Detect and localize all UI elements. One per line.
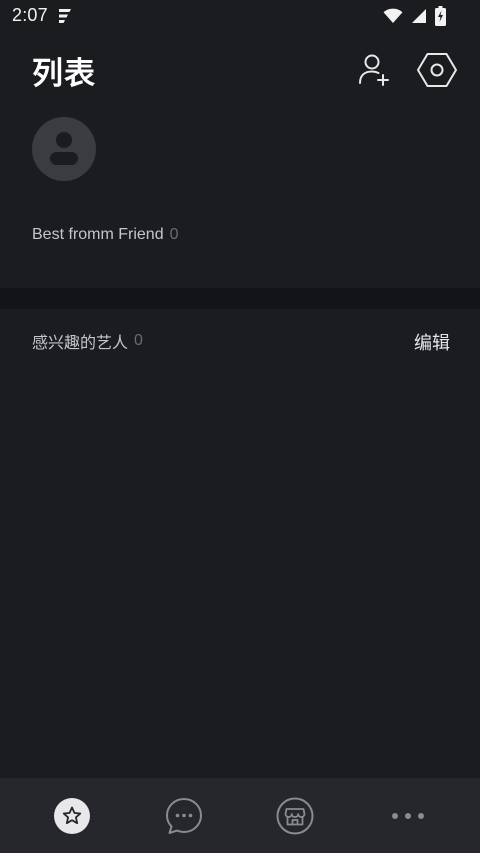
add-friend-icon xyxy=(359,54,389,86)
list-screen: 2:07 列表 Best fromm Friend 0 感兴趣的艺人 0 编辑 xyxy=(0,0,480,853)
nav-tab-shop[interactable] xyxy=(275,796,315,836)
wifi-icon xyxy=(383,8,403,23)
artists-section-header: 感兴趣的艺人 0 xyxy=(32,330,143,352)
shop-icon xyxy=(276,797,314,835)
artists-label: 感兴趣的艺人 xyxy=(32,333,129,352)
best-friend-label: Best fromm Friend xyxy=(32,226,164,243)
star-icon xyxy=(54,798,90,834)
add-friend-button[interactable] xyxy=(354,50,394,90)
edit-button[interactable]: 编辑 xyxy=(414,329,450,355)
header: 列表 xyxy=(0,40,480,100)
settings-button[interactable] xyxy=(416,49,458,91)
status-indicators xyxy=(383,6,446,26)
user-silhouette-icon xyxy=(50,132,78,165)
settings-hexagon-icon xyxy=(417,53,457,87)
status-bar: 2:07 xyxy=(0,0,480,32)
artists-count: 0 xyxy=(134,332,143,349)
battery-charging-icon xyxy=(435,6,446,26)
nav-tab-chat[interactable] xyxy=(164,796,204,836)
bottom-nav xyxy=(0,778,480,853)
page-title: 列表 xyxy=(32,56,96,92)
more-icon xyxy=(392,813,424,819)
chat-bubble-icon xyxy=(166,798,202,834)
nav-tab-more[interactable] xyxy=(388,796,428,836)
profile-avatar[interactable] xyxy=(32,117,96,181)
nav-tab-favorites[interactable] xyxy=(52,796,92,836)
status-time: 2:07 xyxy=(12,5,48,25)
section-divider xyxy=(0,288,480,309)
best-friend-count: 0 xyxy=(169,226,179,243)
cell-signal-icon xyxy=(412,9,426,23)
best-friend-row[interactable]: Best fromm Friend 0 xyxy=(32,224,179,246)
app-notification-icon xyxy=(59,9,71,23)
